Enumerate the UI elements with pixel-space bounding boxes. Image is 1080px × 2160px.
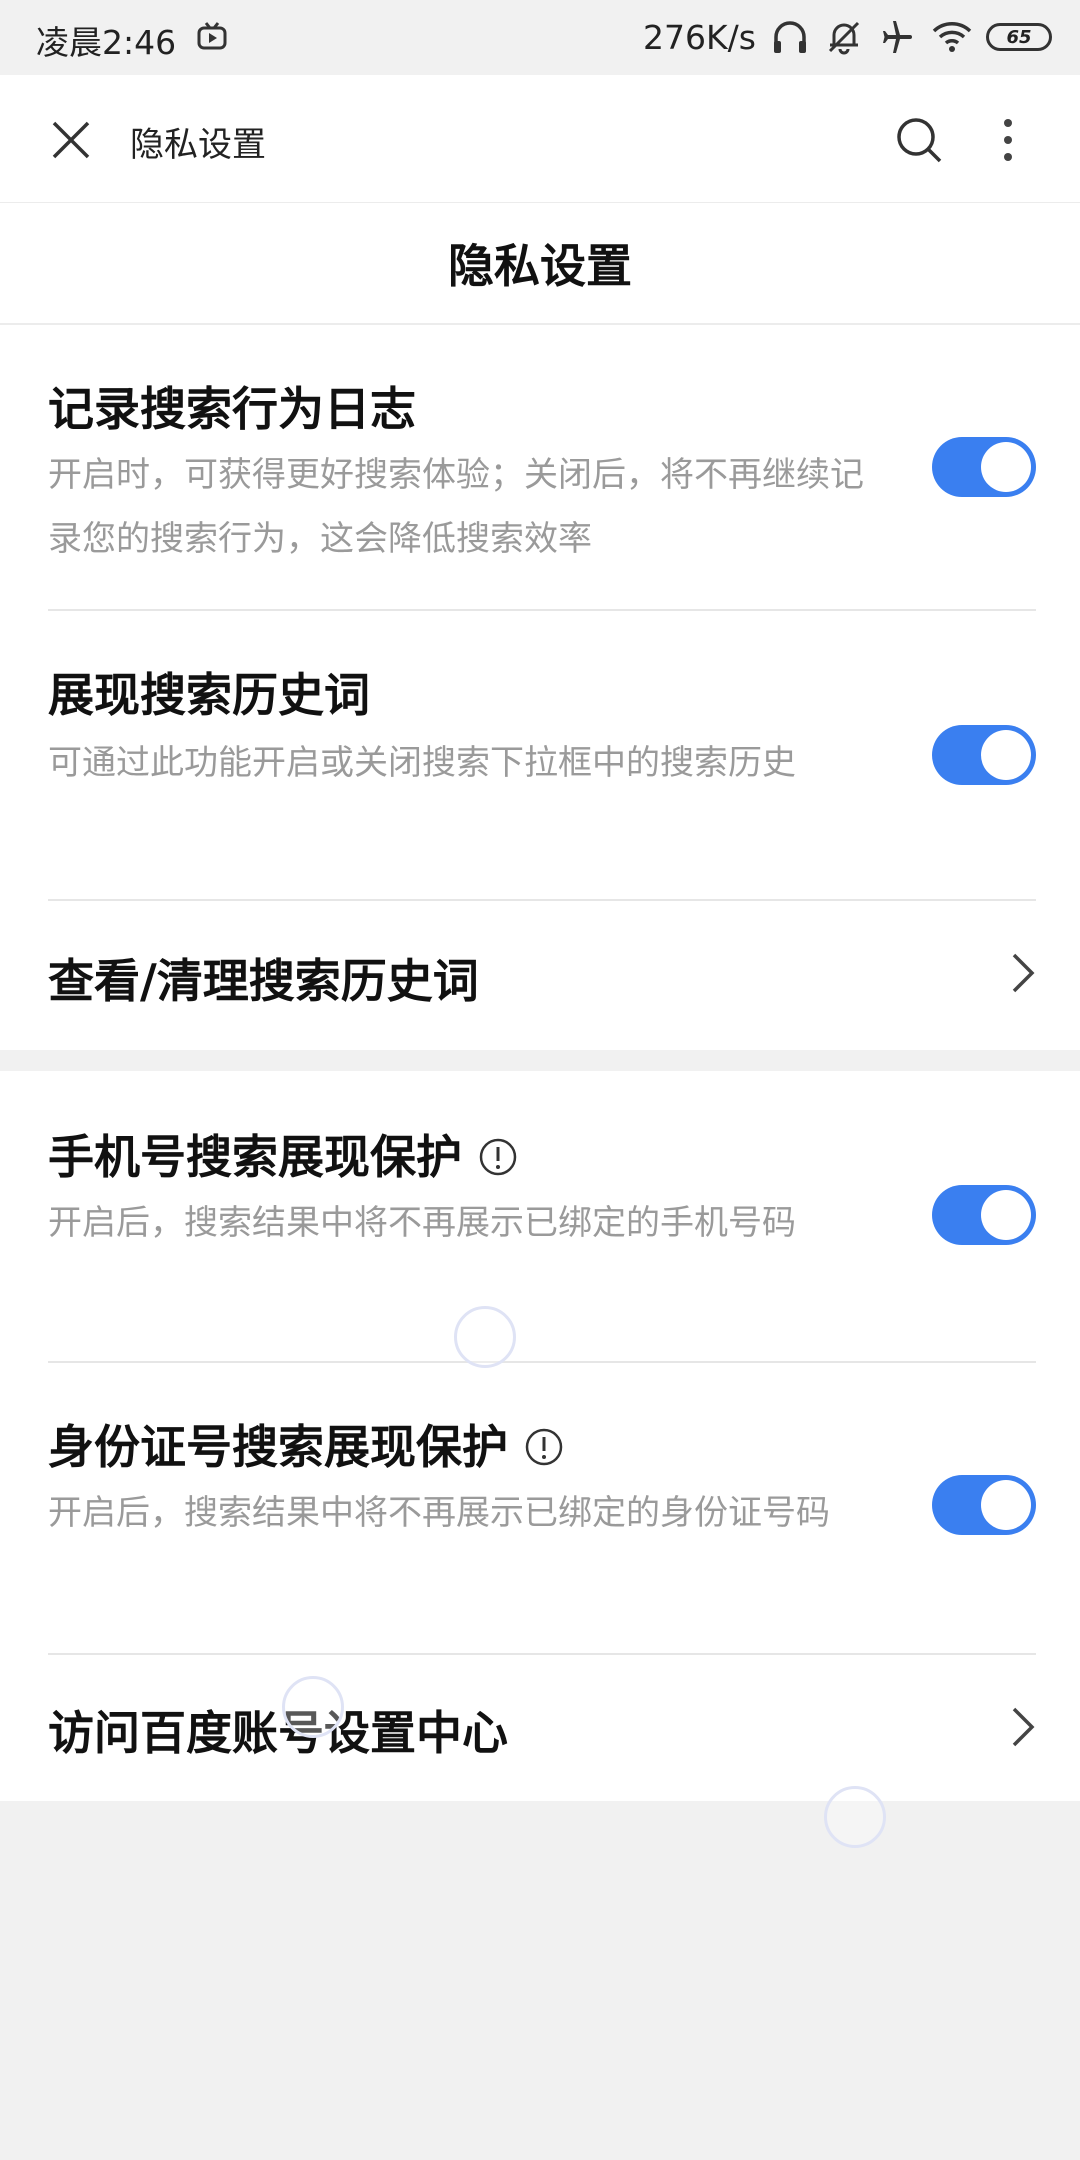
tv-app-icon bbox=[197, 22, 227, 50]
toggle-switch-id-protection[interactable] bbox=[932, 1475, 1036, 1535]
setting-title: 记录搜索行为日志 bbox=[48, 382, 416, 436]
setting-title: 展现搜索历史词 bbox=[48, 668, 370, 722]
setting-record-search-log: 记录搜索行为日志 开启时，可获得更好搜索体验；关闭后，将不再继续记录您的搜索行为… bbox=[48, 325, 1036, 609]
toggle-knob bbox=[981, 730, 1031, 780]
chevron-right-icon bbox=[1012, 1707, 1035, 1747]
link-view-clear-search-history[interactable]: 查看/清理搜索历史词 bbox=[48, 901, 1036, 1049]
setting-title: 手机号搜索展现保护 bbox=[48, 1130, 462, 1184]
top-toolbar: 隐私设置 bbox=[0, 75, 1080, 204]
toggle-switch-record-search-log[interactable] bbox=[932, 437, 1036, 497]
toggle-switch-phone-protection[interactable] bbox=[932, 1185, 1036, 1245]
bell-muted-icon bbox=[828, 21, 860, 55]
settings-section-protection: 手机号搜索展现保护 开启后，搜索结果中将不再展示已绑定的手机号码 身份证号搜索展… bbox=[0, 1071, 1080, 1801]
setting-title-wrap: 身份证号搜索展现保护 bbox=[48, 1411, 564, 1477]
setting-description: 开启后，搜索结果中将不再展示已绑定的手机号码 bbox=[48, 1203, 796, 1243]
setting-description: 开启时，可获得更好搜索体验；关闭后，将不再继续记录您的搜索行为，这会降低搜索效率 bbox=[48, 455, 864, 559]
page-title: 隐私设置 bbox=[448, 239, 632, 293]
toolbar-title: 隐私设置 bbox=[130, 125, 266, 165]
status-icons: 276K/s 65 bbox=[643, 12, 1052, 62]
close-icon[interactable] bbox=[50, 119, 92, 161]
search-icon[interactable] bbox=[894, 115, 944, 165]
setting-title-wrap: 手机号搜索展现保护 bbox=[48, 1121, 518, 1187]
airplane-icon bbox=[883, 21, 912, 53]
setting-id-protection: 身份证号搜索展现保护 开启后，搜索结果中将不再展示已绑定的身份证号码 bbox=[48, 1363, 1036, 1653]
touch-ripple bbox=[824, 1786, 886, 1848]
battery-indicator: 65 bbox=[986, 23, 1052, 51]
setting-title: 身份证号搜索展现保护 bbox=[48, 1420, 508, 1474]
setting-show-search-history: 展现搜索历史词 可通过此功能开启或关闭搜索下拉框中的搜索历史 bbox=[48, 611, 1036, 899]
toggle-knob bbox=[981, 1190, 1031, 1240]
headphones-icon bbox=[774, 21, 806, 53]
toggle-knob bbox=[981, 1480, 1031, 1530]
status-time: 凌晨2:46 bbox=[36, 23, 177, 62]
setting-description: 可通过此功能开启或关闭搜索下拉框中的搜索历史 bbox=[48, 743, 796, 783]
wifi-icon bbox=[932, 22, 972, 52]
status-bar: 凌晨2:46 276K/s 65 bbox=[0, 0, 1080, 75]
link-title: 查看/清理搜索历史词 bbox=[48, 954, 479, 1008]
toggle-knob bbox=[981, 442, 1031, 492]
more-options-icon[interactable] bbox=[994, 115, 1022, 165]
link-title: 访问百度账号设置中心 bbox=[48, 1706, 508, 1760]
settings-section-search: 记录搜索行为日志 开启时，可获得更好搜索体验；关闭后，将不再继续记录您的搜索行为… bbox=[0, 325, 1080, 1050]
chevron-right-icon bbox=[1012, 953, 1035, 993]
link-baidu-account-settings[interactable]: 访问百度账号设置中心 bbox=[48, 1655, 1036, 1801]
toggle-switch-show-search-history[interactable] bbox=[932, 725, 1036, 785]
info-icon[interactable] bbox=[478, 1137, 518, 1177]
touch-ripple bbox=[454, 1306, 516, 1368]
setting-phone-protection: 手机号搜索展现保护 开启后，搜索结果中将不再展示已绑定的手机号码 bbox=[48, 1071, 1036, 1361]
network-speed: 276K/s bbox=[643, 17, 756, 57]
setting-description: 开启后，搜索结果中将不再展示已绑定的身份证号码 bbox=[48, 1493, 830, 1533]
touch-ripple bbox=[282, 1676, 344, 1738]
info-icon[interactable] bbox=[524, 1427, 564, 1467]
page-header: 隐私设置 bbox=[0, 203, 1080, 325]
